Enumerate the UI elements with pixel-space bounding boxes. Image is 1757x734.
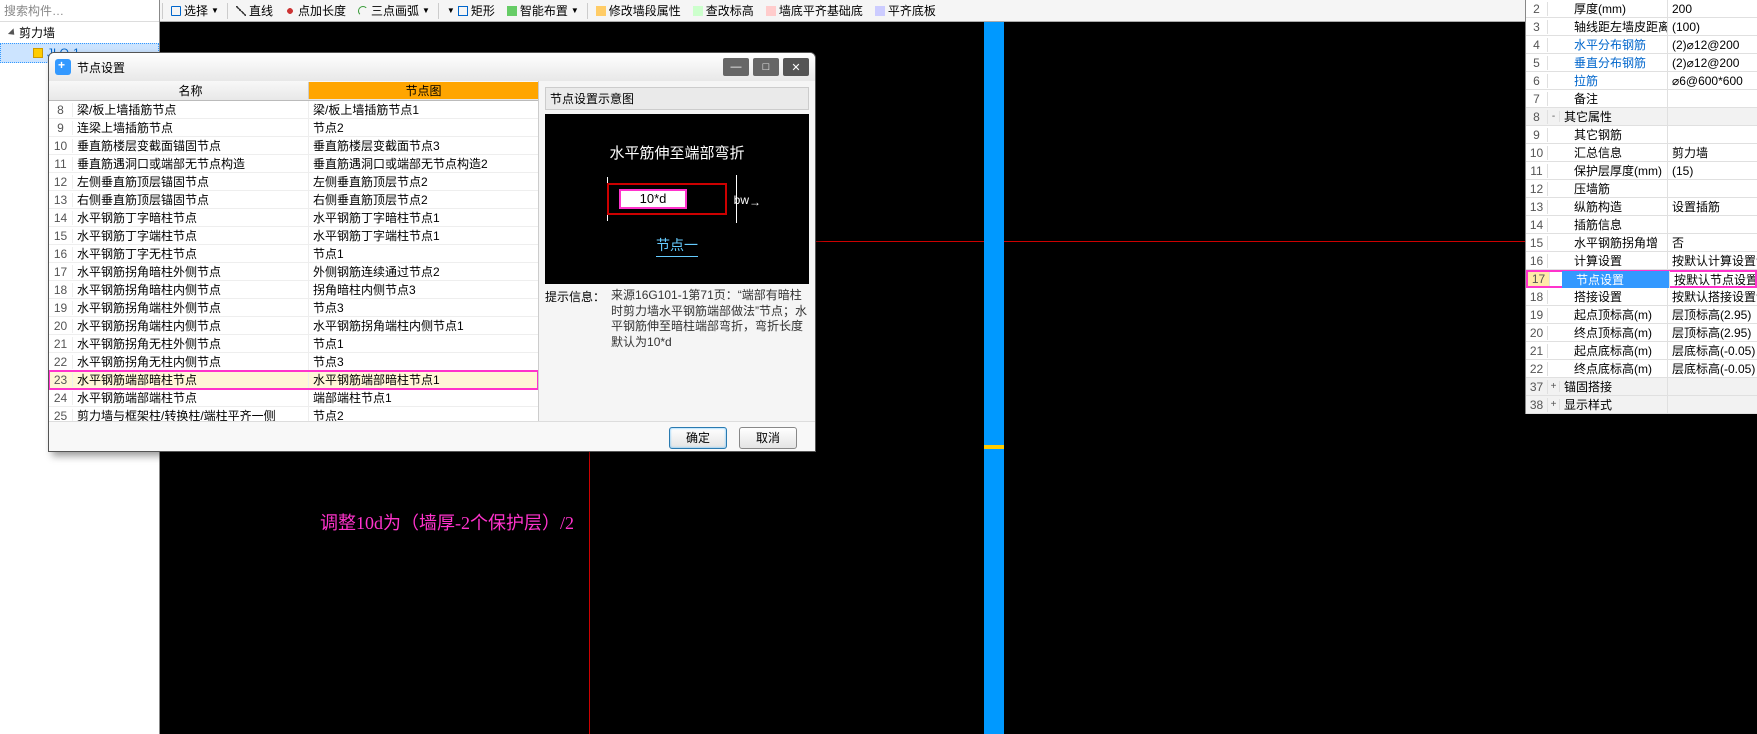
preview-node-label: 节点一 [656,235,698,257]
node-list-row[interactable]: 12左侧垂直筋顶层锚固节点左侧垂直筋顶层节点2 [49,173,538,191]
node-list-row[interactable]: 17水平钢筋拐角暗柱外侧节点外侧钢筋连续通过节点2 [49,263,538,281]
node-list-row[interactable]: 20水平钢筋拐角端柱内侧节点水平钢筋拐角端柱内侧节点1 [49,317,538,335]
node-list-row[interactable]: 15水平钢筋丁字端柱节点水平钢筋丁字端柱节点1 [49,227,538,245]
node-preview: 水平筋伸至端部弯折 10*d bw → 节点一 [545,114,809,284]
node-list-row[interactable]: 25剪力墙与框架柱/转换柱/端柱平齐一侧节点2 [49,407,538,421]
property-row[interactable]: 20终点顶标高(m)层顶标高(2.95) [1526,324,1757,342]
node-list-row[interactable]: 16水平钢筋丁字无柱节点节点1 [49,245,538,263]
arrow-icon: → [749,195,761,209]
node-list-grid: 名称 节点图 8梁/板上墙插筋节点梁/板上墙插筋节点19连梁上墙插筋节点节点21… [49,81,539,421]
node-list-row[interactable]: 13右侧垂直筋顶层锚固节点右侧垂直筋顶层节点2 [49,191,538,209]
property-row[interactable]: 17节点设置按默认节点设置计算 [1526,270,1757,288]
property-row[interactable]: 10汇总信息剪力墙 [1526,144,1757,162]
preview-heading: 水平筋伸至端部弯折 [609,142,744,163]
property-row[interactable]: 19起点顶标高(m)层顶标高(2.95) [1526,306,1757,324]
cursor-icon [171,6,181,16]
maximize-button[interactable]: □ [753,58,779,76]
tree-search-input[interactable]: 搜索构件… [0,0,159,22]
line-icon [236,6,246,16]
property-row[interactable]: 37+锚固搭接 [1526,378,1757,396]
property-row[interactable]: 13纵筋构造设置插筋 [1526,198,1757,216]
align1-icon [766,6,776,16]
elev-icon [693,6,703,16]
property-row[interactable]: 12压墙筋 [1526,180,1757,198]
check-elevation-tool[interactable]: 查改标高 [687,0,760,21]
property-row[interactable]: 2厚度(mm)200 [1526,0,1757,18]
property-row[interactable]: 15水平钢筋拐角增否 [1526,234,1757,252]
property-row[interactable]: 38+显示样式 [1526,396,1757,414]
node-list-row[interactable]: 19水平钢筋拐角端柱外侧节点节点3 [49,299,538,317]
bend-length-input[interactable]: 10*d [619,189,687,209]
layout-icon [507,6,517,16]
wall-base-align-tool[interactable]: 墙底平齐基础底 [760,0,869,21]
property-row[interactable]: 11保护层厚度(mm)(15) [1526,162,1757,180]
minimize-button[interactable]: — [723,58,749,76]
node-settings-dialog: 节点设置 — □ ✕ 名称 节点图 8梁/板上墙插筋节点梁/板上墙插筋节点19连… [48,52,816,452]
cancel-button[interactable]: 取消 [739,427,797,449]
dialog-icon [55,59,71,75]
property-row[interactable]: 14插筋信息 [1526,216,1757,234]
property-row[interactable]: 4水平分布钢筋(2)⌀12@200 [1526,36,1757,54]
rect-icon [458,6,468,16]
node-list-row[interactable]: 22水平钢筋拐角无柱内侧节点节点3 [49,353,538,371]
expand-icon [8,28,17,37]
line-tool[interactable]: 直线 [230,0,279,21]
node-list-row[interactable]: 8梁/板上墙插筋节点梁/板上墙插筋节点1 [49,101,538,119]
property-row[interactable]: 5垂直分布钢筋(2)⌀12@200 [1526,54,1757,72]
edit-segment-tool[interactable]: 修改墙段属性 [590,0,687,21]
property-row[interactable]: 8-其它属性 [1526,108,1757,126]
dialog-title: 节点设置 [77,59,125,76]
node-list-row[interactable]: 10垂直筋楼层变截面锚固节点垂直筋楼层变截面节点3 [49,137,538,155]
point-length-tool[interactable]: 点加长度 [279,0,352,21]
property-row[interactable]: 6拉筋⌀6@600*600 [1526,72,1757,90]
main-toolbar: 选择▼ 直线 点加长度 三点画弧▼ ▼矩形 智能布置▼ 修改墙段属性 查改标高 … [160,0,1525,22]
close-button[interactable]: ✕ [783,58,809,76]
arc-tool[interactable]: 三点画弧▼ [352,0,436,21]
arc-icon [358,6,368,16]
component-icon [33,48,43,58]
preview-diagram: 10*d bw → [607,177,747,221]
align-slab-tool[interactable]: 平齐底板 [869,0,942,21]
property-row[interactable]: 22终点底标高(m)层底标高(-0.05) [1526,360,1757,378]
node-list-row[interactable]: 11垂直筋遇洞口或端部无节点构造垂直筋遇洞口或端部无节点构造2 [49,155,538,173]
select-tool[interactable]: 选择▼ [165,0,225,21]
node-list-row[interactable]: 18水平钢筋拐角暗柱内侧节点拐角暗柱内侧节点3 [49,281,538,299]
property-row[interactable]: 7备注 [1526,90,1757,108]
node-list-row[interactable]: 24水平钢筋端部端柱节点端部端柱节点1 [49,389,538,407]
hint-text: 提示信息： 来源16G101-1第71页：“端部有暗柱时剪力墙水平钢筋端部做法”… [545,288,809,350]
preview-title: 节点设置示意图 [545,87,809,110]
align2-icon [875,6,885,16]
edit-icon [596,6,606,16]
column-header-name[interactable]: 名称 [73,82,309,99]
property-row[interactable]: 3轴线距左墙皮距离(100) [1526,18,1757,36]
property-row[interactable]: 21起点底标高(m)层底标高(-0.05) [1526,342,1757,360]
node-list-row[interactable]: 9连梁上墙插筋节点节点2 [49,119,538,137]
point-icon [285,6,295,16]
smart-layout-tool[interactable]: 智能布置▼ [501,0,585,21]
property-row[interactable]: 9其它钢筋 [1526,126,1757,144]
canvas-annotation: 调整10d为（墙厚-2个保护层）/2 [320,509,574,535]
rect-tool[interactable]: ▼矩形 [441,0,501,21]
dialog-titlebar[interactable]: 节点设置 — □ ✕ [49,53,815,81]
column-header-figure[interactable]: 节点图 [309,82,538,99]
tree-node-wall[interactable]: 剪力墙 [0,22,159,43]
property-panel: 2厚度(mm)2003轴线距左墙皮距离(100)4水平分布钢筋(2)⌀12@20… [1525,0,1757,414]
node-list-row[interactable]: 23水平钢筋端部暗柱节点水平钢筋端部暗柱节点1 [49,371,538,389]
node-list-row[interactable]: 21水平钢筋拐角无柱外侧节点节点1 [49,335,538,353]
property-row[interactable]: 18搭接设置按默认搭接设置计算 [1526,288,1757,306]
ok-button[interactable]: 确定 [669,427,727,449]
property-row[interactable]: 16计算设置按默认计算设置计算 [1526,252,1757,270]
node-list-row[interactable]: 14水平钢筋丁字暗柱节点水平钢筋丁字暗柱节点1 [49,209,538,227]
